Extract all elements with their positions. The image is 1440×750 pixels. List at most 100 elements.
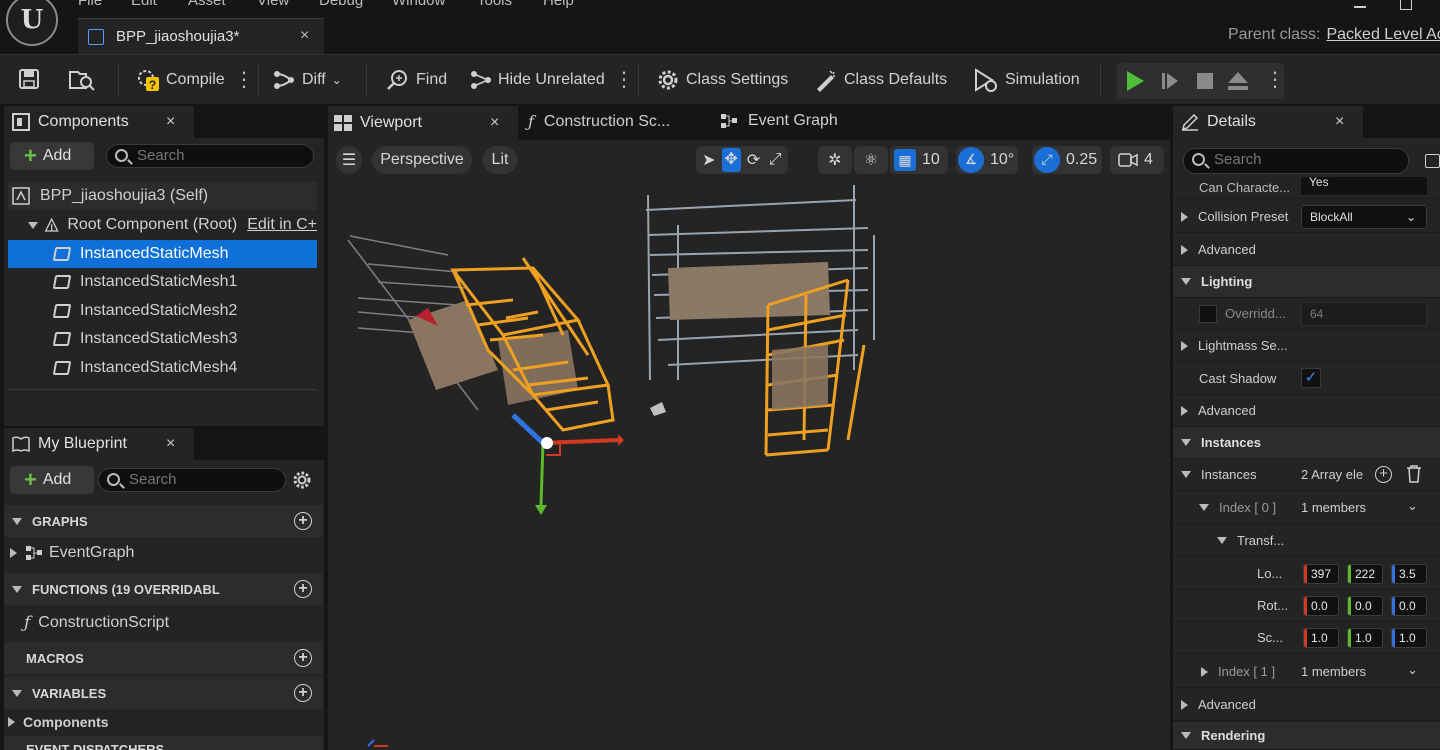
component-item-1[interactable]: InstancedStaticMesh1 xyxy=(8,268,317,296)
advanced-row-2[interactable]: Advanced xyxy=(1173,395,1440,427)
add-element-icon[interactable]: + xyxy=(1375,466,1392,483)
component-item-0[interactable]: InstancedStaticMesh xyxy=(8,240,317,268)
collapse-icon[interactable] xyxy=(1199,504,1209,511)
parent-class-link[interactable]: Packed Level Ac xyxy=(1326,26,1440,43)
add-function-icon[interactable]: + xyxy=(294,580,312,598)
play-icon[interactable] xyxy=(1127,71,1144,91)
collapse-icon[interactable] xyxy=(28,221,38,229)
add-graph-icon[interactable]: + xyxy=(294,512,312,530)
collision-preset-combo[interactable]: BlockAll ⌄ xyxy=(1301,205,1427,229)
coordinate-system-button[interactable]: ✲ xyxy=(818,146,852,174)
gear-icon[interactable] xyxy=(292,470,312,490)
eject-icon[interactable] xyxy=(1227,71,1249,91)
component-item-4[interactable]: InstancedStaticMesh4 xyxy=(8,354,317,382)
edit-in-cpp-link[interactable]: Edit in C+ xyxy=(247,216,317,234)
tab-details[interactable]: Details × xyxy=(1173,106,1363,138)
collapse-icon[interactable] xyxy=(1181,471,1191,478)
unreal-logo-icon[interactable]: U xyxy=(6,0,58,46)
scale-snap-button[interactable]: ⤢ 0.25 xyxy=(1032,146,1102,174)
variables-components-row[interactable]: Components xyxy=(4,708,313,736)
lit-button[interactable]: Lit xyxy=(482,146,518,174)
hide-unrelated-button[interactable]: Hide Unrelated xyxy=(470,65,605,95)
tab-construction-script[interactable]: ƒ Construction Sc... xyxy=(528,112,670,131)
simulation-button[interactable]: Simulation xyxy=(973,65,1080,95)
close-icon[interactable]: × xyxy=(166,435,175,453)
expand-icon[interactable] xyxy=(1201,666,1208,677)
trash-icon[interactable] xyxy=(1406,465,1422,483)
can-character-combo[interactable]: Yes xyxy=(1301,177,1427,195)
override-checkbox[interactable] xyxy=(1199,304,1217,323)
compile-button[interactable]: ? Compile xyxy=(136,65,225,95)
close-icon[interactable]: × xyxy=(490,114,499,132)
rotate-icon[interactable]: ⟳ xyxy=(745,150,763,170)
cast-shadow-checkbox[interactable]: ✓ xyxy=(1301,368,1321,388)
tab-event-graph[interactable]: Event Graph xyxy=(720,112,838,130)
save-icon[interactable] xyxy=(18,68,40,90)
play-options-icon[interactable]: ⋮ xyxy=(1265,67,1285,92)
add-component-button[interactable]: + Add xyxy=(10,142,94,170)
tab-components[interactable]: Components × xyxy=(4,106,194,138)
chevron-down-icon[interactable]: ⌄ xyxy=(1407,498,1418,514)
scale-icon[interactable]: ⤢ xyxy=(766,151,784,169)
location-z-field[interactable]: 3.5 xyxy=(1391,564,1427,584)
menu-edit[interactable]: Edit xyxy=(131,0,157,9)
expand-icon[interactable] xyxy=(1181,211,1188,222)
event-dispatchers-section[interactable]: EVENT DISPATCHERS xyxy=(4,736,322,750)
rendering-category[interactable]: Rendering xyxy=(1173,722,1440,750)
view-options-icon[interactable] xyxy=(1425,154,1440,168)
tab-viewport[interactable]: Viewport × xyxy=(328,106,518,140)
location-x-field[interactable]: 397 xyxy=(1303,564,1339,584)
grid-snap-button[interactable]: ▦ 10 xyxy=(890,146,948,174)
viewport[interactable]: ☰ Perspective Lit ➤ ✥ ⟳ ⤢ ✲ ⚛ ▦ 10 ∡ 10°… xyxy=(328,140,1170,750)
document-tab[interactable]: BPP_jiaoshoujia3* × xyxy=(78,18,324,54)
minimize-icon[interactable] xyxy=(1354,6,1366,8)
add-macro-icon[interactable]: + xyxy=(294,649,312,667)
menu-debug[interactable]: Debug xyxy=(319,0,363,9)
class-defaults-button[interactable]: Class Defaults xyxy=(814,65,947,95)
compile-options-icon[interactable]: ⋮ xyxy=(234,67,254,92)
maximize-icon[interactable] xyxy=(1400,0,1412,10)
close-icon[interactable]: × xyxy=(166,113,175,131)
construction-script-row[interactable]: ƒ ConstructionScript xyxy=(4,609,313,637)
viewport-menu-button[interactable]: ☰ xyxy=(336,146,362,174)
perspective-button[interactable]: Perspective xyxy=(372,146,472,174)
chevron-down-icon[interactable]: ⌄ xyxy=(1407,662,1418,678)
graphs-section[interactable]: GRAPHS + xyxy=(4,505,322,537)
surface-snap-button[interactable]: ⚛ xyxy=(854,146,888,174)
find-options-icon[interactable]: ⋮ xyxy=(614,67,634,92)
rotation-z-field[interactable]: 0.0 xyxy=(1391,596,1427,616)
instances-category[interactable]: Instances xyxy=(1173,427,1440,459)
menu-help[interactable]: Help xyxy=(543,0,574,9)
add-blueprint-item-button[interactable]: + Add xyxy=(10,466,94,494)
rotation-y-field[interactable]: 0.0 xyxy=(1347,596,1383,616)
macros-section[interactable]: MACROS + xyxy=(4,642,322,674)
menu-window[interactable]: Window xyxy=(392,0,445,9)
find-button[interactable]: Find xyxy=(386,65,447,95)
browse-icon[interactable] xyxy=(68,68,96,92)
component-item-2[interactable]: InstancedStaticMesh2 xyxy=(8,297,317,325)
event-graph-row[interactable]: EventGraph xyxy=(4,539,313,567)
step-icon[interactable] xyxy=(1161,72,1179,90)
translate-icon[interactable]: ✥ xyxy=(721,148,741,172)
close-icon[interactable]: × xyxy=(1335,113,1344,131)
advanced-row-1[interactable]: Advanced xyxy=(1173,234,1440,266)
functions-section[interactable]: FUNCTIONS (19 OVERRIDABLE + xyxy=(4,573,322,605)
rotation-x-field[interactable]: 0.0 xyxy=(1303,596,1339,616)
class-settings-button[interactable]: Class Settings xyxy=(656,65,788,95)
select-cursor-icon[interactable]: ➤ xyxy=(700,150,718,170)
my-blueprint-search-input[interactable]: Search xyxy=(98,468,286,492)
add-variable-icon[interactable]: + xyxy=(294,684,312,702)
override-value-field[interactable]: 64 xyxy=(1301,302,1427,326)
diff-button[interactable]: Diff ⌄ xyxy=(272,65,342,95)
root-component-row[interactable]: Root Component (Root) Edit in C+ xyxy=(8,211,317,239)
variables-section[interactable]: VARIABLES + xyxy=(4,677,322,709)
stop-icon[interactable] xyxy=(1197,73,1213,89)
scale-z-field[interactable]: 1.0 xyxy=(1391,628,1427,648)
close-icon[interactable]: × xyxy=(300,27,309,45)
components-search-input[interactable]: Search xyxy=(106,144,314,168)
collapse-icon[interactable] xyxy=(1217,537,1227,544)
lighting-category[interactable]: Lighting xyxy=(1173,266,1440,298)
camera-speed-button[interactable]: 4 xyxy=(1110,146,1164,174)
tab-my-blueprint[interactable]: My Blueprint × xyxy=(4,428,194,460)
scale-x-field[interactable]: 1.0 xyxy=(1303,628,1339,648)
